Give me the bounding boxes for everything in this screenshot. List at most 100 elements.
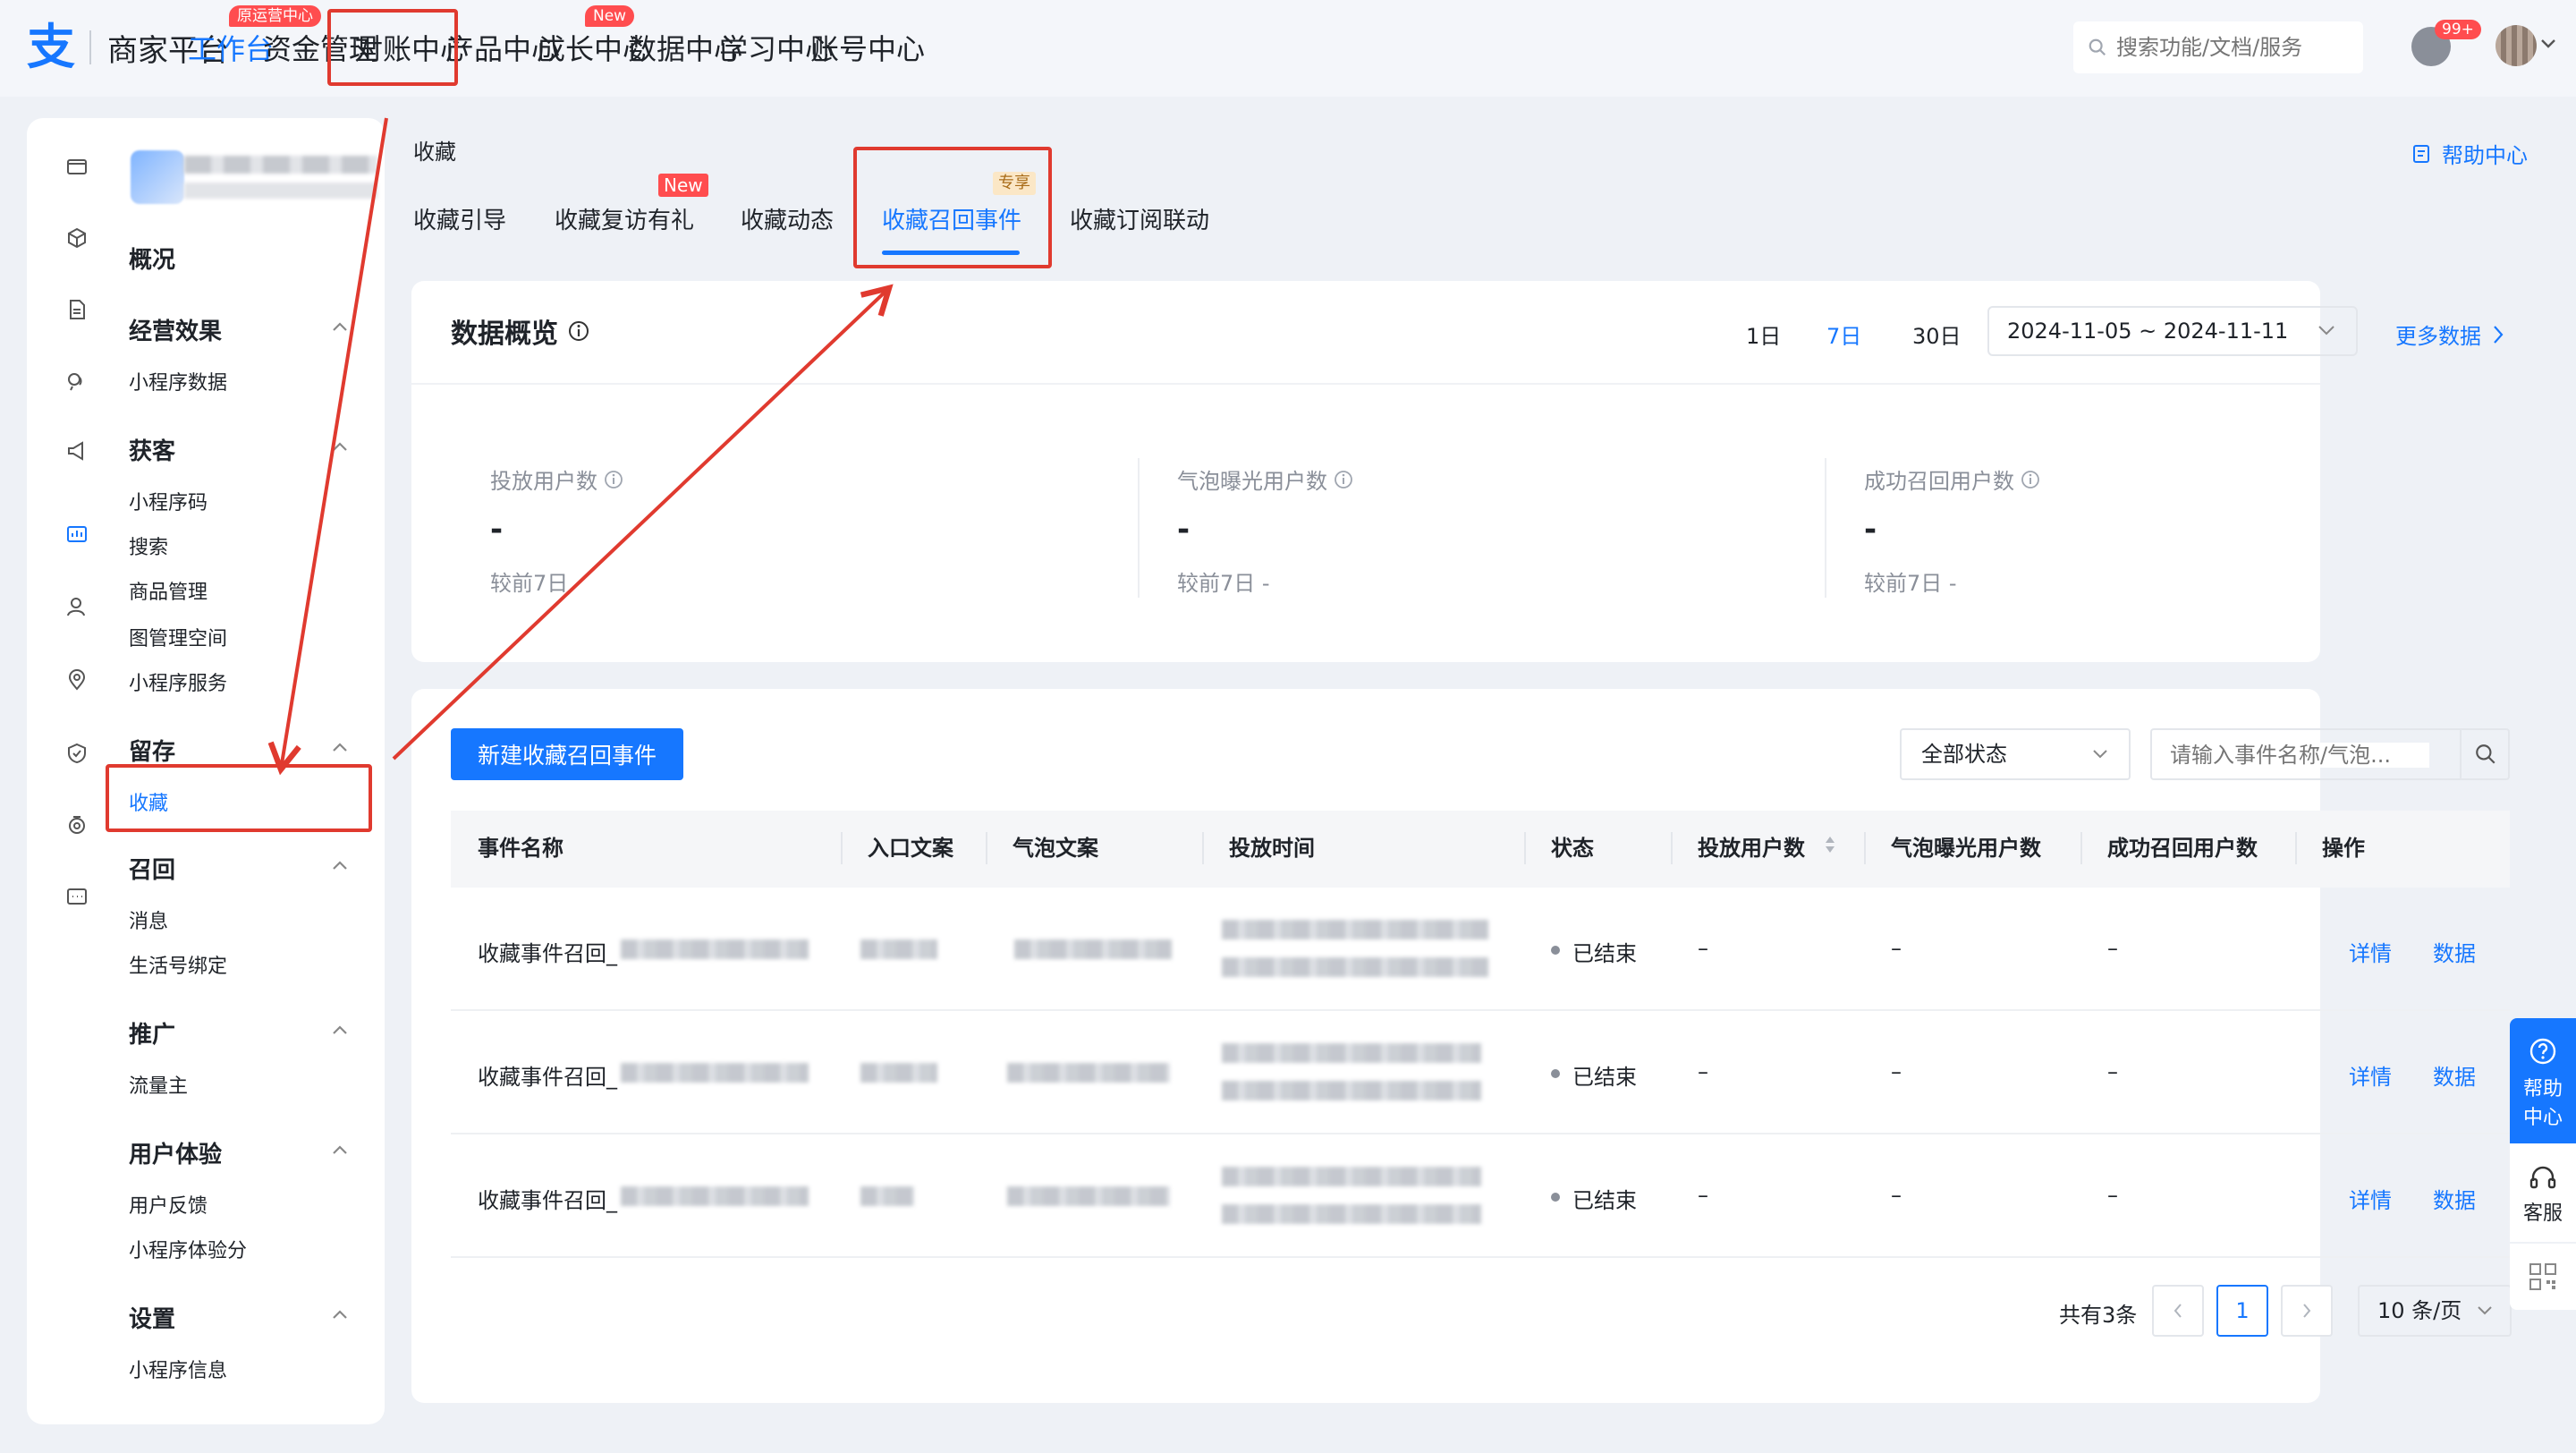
- th-delivery-time: 投放时间: [1229, 836, 1315, 861]
- document-icon[interactable]: [64, 297, 89, 322]
- pagination-prev-button[interactable]: [2152, 1285, 2204, 1337]
- more-data-link[interactable]: 更多数据: [2395, 319, 2504, 350]
- nav-growth-badge: New: [585, 5, 635, 27]
- global-search[interactable]: [2073, 21, 2363, 73]
- megaphone-icon[interactable]: [64, 438, 89, 463]
- info-icon[interactable]: [1333, 469, 1354, 490]
- sidebar-overview[interactable]: 概况: [129, 242, 175, 275]
- breadcrumb: 收藏: [413, 140, 456, 165]
- mini-app-avatar: [131, 150, 184, 204]
- pagination-page-button[interactable]: 1: [2216, 1285, 2268, 1337]
- metric-compare-exposed: 较前7日 -: [1177, 571, 1270, 596]
- chevron-up-icon[interactable]: [331, 859, 349, 871]
- sidebar-group-user-experience[interactable]: 用户体验: [129, 1136, 222, 1169]
- sidebar-item-user-feedback[interactable]: 用户反馈: [129, 1190, 208, 1219]
- floating-help-center-button[interactable]: 帮助中心: [2510, 1018, 2576, 1143]
- pagination-next-button[interactable]: [2281, 1285, 2333, 1337]
- tab-revisit-reward[interactable]: 收藏复访有礼: [555, 202, 694, 235]
- user-icon[interactable]: [64, 594, 89, 619]
- sidebar-item-product-management[interactable]: 商品管理: [129, 576, 208, 605]
- status-filter-select[interactable]: 全部状态: [1900, 728, 2131, 780]
- chevron-up-icon[interactable]: [331, 1308, 349, 1321]
- data-link[interactable]: 数据: [2433, 1059, 2476, 1091]
- window-icon[interactable]: [64, 884, 89, 909]
- help-center-link[interactable]: 帮助中心: [2411, 138, 2528, 169]
- chevron-up-icon[interactable]: [331, 320, 349, 333]
- location-pin-icon[interactable]: [64, 667, 89, 693]
- detail-link[interactable]: 详情: [2349, 1059, 2392, 1091]
- sidebar-item-mini-app-service[interactable]: 小程序服务: [129, 667, 227, 696]
- sidebar-item-search[interactable]: 搜索: [129, 531, 168, 560]
- nav-account[interactable]: 账号中心: [810, 27, 925, 68]
- user-avatar[interactable]: [2496, 25, 2537, 66]
- shield-icon[interactable]: [64, 741, 89, 766]
- chevron-down-icon[interactable]: [2540, 38, 2556, 50]
- th-entry-copy: 入口文案: [868, 836, 953, 861]
- tab-favorite-activity[interactable]: 收藏动态: [741, 202, 834, 235]
- status-dot: [1551, 946, 1560, 955]
- sidebar-item-mini-app-info[interactable]: 小程序信息: [129, 1355, 227, 1383]
- data-link[interactable]: 数据: [2433, 936, 2476, 967]
- chevron-up-icon[interactable]: [331, 440, 349, 453]
- delivery-end-redacted: [1222, 1204, 1481, 1224]
- sidebar-item-mini-app-code[interactable]: 小程序码: [129, 487, 208, 515]
- floating-service-button[interactable]: 客服: [2510, 1143, 2576, 1242]
- event-name: 收藏事件召回_: [478, 941, 617, 966]
- detail-link[interactable]: 详情: [2349, 1183, 2392, 1214]
- sidebar-group-retention[interactable]: 留存: [129, 734, 175, 767]
- event-status: 已结束: [1572, 1065, 1637, 1090]
- th-bubble-copy: 气泡文案: [1013, 836, 1098, 861]
- pagination-total: 共有3条: [2059, 1303, 2138, 1328]
- sidebar-group-acquisition[interactable]: 获客: [129, 433, 175, 466]
- sidebar-item-traffic-owner[interactable]: 流量主: [129, 1070, 188, 1099]
- period-30d[interactable]: 30日: [1912, 319, 1962, 350]
- exposed-count: –: [1891, 1183, 1902, 1208]
- sidebar-item-messages[interactable]: 消息: [129, 905, 168, 934]
- event-search: [2150, 728, 2510, 780]
- chart-icon[interactable]: [64, 369, 89, 394]
- sidebar-group-promotion[interactable]: 推广: [129, 1016, 175, 1049]
- sidebar-group-settings[interactable]: 设置: [129, 1301, 175, 1334]
- metric-divider: [1825, 458, 1826, 598]
- nav-workbench[interactable]: 工作台: [188, 27, 274, 68]
- sidebar-item-life-account-binding[interactable]: 生活号绑定: [129, 950, 227, 979]
- floating-qr-button[interactable]: [2510, 1244, 2576, 1310]
- metric-compare-recalled: 较前7日 -: [1864, 571, 1957, 596]
- event-search-input[interactable]: [2170, 743, 2429, 768]
- info-icon[interactable]: [603, 469, 624, 490]
- chevron-up-icon[interactable]: [331, 1024, 349, 1036]
- info-icon[interactable]: [567, 319, 590, 343]
- sidebar-group-business-effect[interactable]: 经营效果: [129, 313, 222, 346]
- cube-icon[interactable]: [64, 225, 89, 251]
- exposed-count: –: [1891, 936, 1902, 961]
- info-icon[interactable]: [2020, 469, 2041, 490]
- period-1d[interactable]: 1日: [1746, 319, 1781, 350]
- page-size-select[interactable]: 10 条/页: [2358, 1285, 2512, 1337]
- global-search-input[interactable]: [2116, 35, 2349, 60]
- chevron-up-icon[interactable]: [331, 741, 349, 753]
- sidebar-item-mini-app-data[interactable]: 小程序数据: [129, 367, 227, 395]
- create-recall-event-button[interactable]: 新建收藏召回事件: [451, 728, 683, 780]
- date-range-picker[interactable]: 2024-11-05 ~ 2024-11-11: [1987, 306, 2358, 356]
- search-icon: [2476, 744, 2496, 764]
- sidebar-item-experience-score[interactable]: 小程序体验分: [129, 1235, 247, 1263]
- folder-icon[interactable]: [64, 154, 89, 179]
- help-center-label: 帮助中心: [2442, 143, 2528, 168]
- period-7d[interactable]: 7日: [1826, 319, 1861, 350]
- sidebar-group-recall[interactable]: 召回: [129, 852, 175, 885]
- event-search-button[interactable]: [2460, 730, 2510, 778]
- settings-dial-icon[interactable]: [64, 812, 89, 837]
- exposed-count: –: [1891, 1059, 1902, 1084]
- tab-favorite-guide[interactable]: 收藏引导: [413, 202, 506, 235]
- tab-subscription-linkage[interactable]: 收藏订阅联动: [1070, 202, 1209, 235]
- event-status: 已结束: [1572, 1188, 1637, 1213]
- chevron-up-icon[interactable]: [331, 1143, 349, 1156]
- metric-label-recalled: 成功召回用户数: [1864, 463, 2041, 495]
- data-link[interactable]: 数据: [2433, 1183, 2476, 1214]
- th-delivered-users[interactable]: 投放用户数: [1698, 830, 1805, 862]
- detail-link[interactable]: 详情: [2349, 936, 2392, 967]
- sidebar-item-image-space[interactable]: 图管理空间: [129, 623, 227, 651]
- sort-icon[interactable]: [1823, 832, 1837, 857]
- dashboard-icon[interactable]: [64, 523, 89, 548]
- event-status: 已结束: [1572, 941, 1637, 966]
